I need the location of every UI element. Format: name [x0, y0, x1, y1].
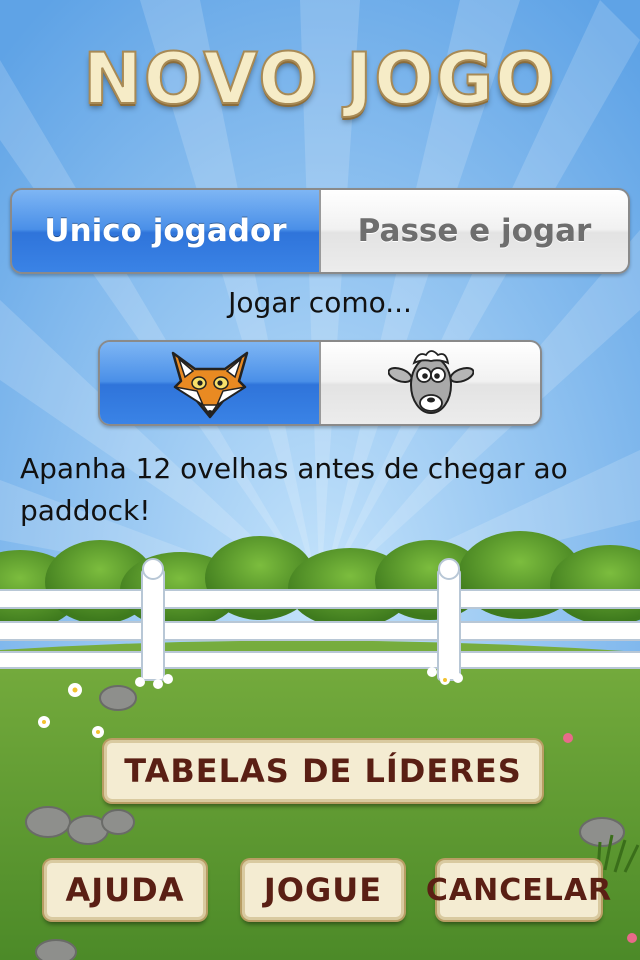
help-button[interactable]: AJUDA	[44, 860, 206, 920]
cancel-button[interactable]: CANCELAR	[426, 860, 611, 920]
play-button[interactable]: JOGUE	[242, 860, 404, 920]
fox-icon	[171, 351, 248, 419]
objective-text: Apanha 12 ovelhas antes de chegar ao pad…	[20, 452, 568, 527]
page-title: NOVO JOGO	[82, 37, 557, 121]
sheep-option[interactable]	[319, 342, 540, 424]
sheep-icon	[387, 350, 474, 414]
play-as-label: Jogar como...	[228, 286, 412, 319]
single-player-option[interactable]: Unico jogador	[12, 190, 319, 272]
pass-and-play-option[interactable]: Passe e jogar	[319, 190, 628, 272]
game-mode-selector[interactable]: Unico jogador Passe e jogar	[10, 188, 630, 274]
fox-option[interactable]	[100, 342, 319, 424]
leaderboards-button[interactable]: TABELAS DE LÍDERES	[104, 740, 542, 802]
character-selector[interactable]	[98, 340, 542, 426]
